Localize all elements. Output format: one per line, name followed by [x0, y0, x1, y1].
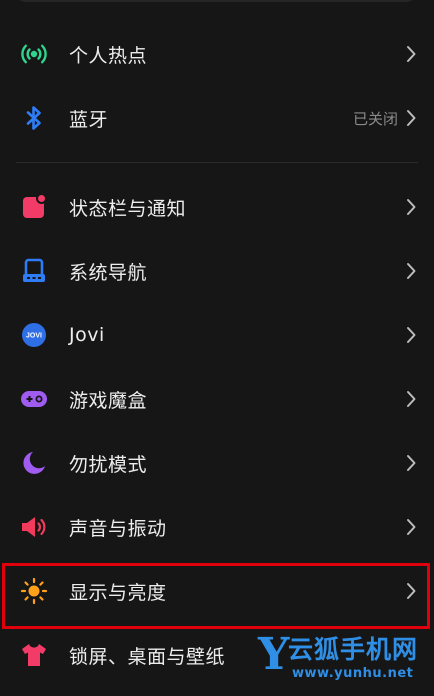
- settings-screen: 个人热点 蓝牙 已关闭 状态栏与通知 系统导航 JOVI Jovi 游戏魔盒 勿…: [0, 0, 434, 696]
- settings-item-do-not-disturb[interactable]: 勿扰模式: [0, 431, 434, 495]
- settings-item-label: 状态栏与通知: [69, 197, 187, 220]
- game-controller-icon: [20, 385, 48, 413]
- sun-icon: [20, 577, 48, 605]
- chevron-right-icon: [405, 262, 417, 280]
- settings-item-system-navigation[interactable]: 系统导航: [0, 239, 434, 303]
- chevron-right-icon: [405, 518, 417, 536]
- settings-item-status-bar-notifications[interactable]: 状态栏与通知: [0, 175, 434, 239]
- settings-item-label: 系统导航: [69, 261, 148, 284]
- chevron-right-icon: [405, 454, 417, 472]
- settings-item-game-box[interactable]: 游戏魔盒: [0, 367, 434, 431]
- settings-item-hotspot[interactable]: 个人热点: [0, 22, 434, 86]
- status-bar-icon: [20, 193, 48, 221]
- tshirt-icon: [20, 641, 48, 669]
- watermark-name: 云狐手机网: [288, 635, 419, 664]
- chevron-right-icon: [405, 582, 417, 600]
- chevron-right-icon: [405, 198, 417, 216]
- bluetooth-icon: [20, 104, 48, 132]
- chevron-right-icon: [405, 390, 417, 408]
- hotspot-icon: [20, 40, 48, 68]
- chevron-right-icon: [405, 109, 417, 127]
- settings-item-label: 游戏魔盒: [69, 389, 148, 412]
- settings-item-sound-vibration[interactable]: 声音与振动: [0, 495, 434, 559]
- settings-item-label: 勿扰模式: [69, 453, 148, 476]
- moon-icon: [20, 449, 48, 477]
- bluetooth-status: 已关闭: [352, 109, 398, 128]
- chevron-right-icon: [405, 45, 417, 63]
- settings-list: 个人热点 蓝牙 已关闭 状态栏与通知 系统导航 JOVI Jovi 游戏魔盒 勿…: [0, 22, 434, 687]
- speaker-icon: [20, 513, 48, 541]
- watermark-url: www.yunhu.net: [292, 666, 414, 681]
- watermark-logo: Y 云狐手机网 www.yunhu.net: [258, 633, 434, 693]
- settings-item-label: 声音与振动: [69, 517, 167, 540]
- settings-item-display-brightness[interactable]: 显示与亮度: [0, 559, 434, 623]
- settings-item-label: 个人热点: [69, 44, 148, 67]
- settings-item-bluetooth[interactable]: 蓝牙 已关闭: [0, 86, 434, 150]
- settings-item-jovi[interactable]: JOVI Jovi: [0, 303, 434, 367]
- settings-item-label: Jovi: [69, 324, 105, 346]
- section-divider: [16, 162, 418, 163]
- jovi-icon: JOVI: [20, 321, 48, 349]
- settings-item-label: 显示与亮度: [69, 581, 167, 604]
- previous-item-card: [14, 0, 418, 2]
- chevron-right-icon: [405, 326, 417, 344]
- settings-item-label: 蓝牙: [69, 108, 109, 131]
- watermark-letter: Y: [258, 629, 290, 680]
- navigation-icon: [20, 257, 48, 285]
- settings-item-label: 锁屏、桌面与壁纸: [69, 645, 226, 668]
- jovi-icon-text: JOVI: [26, 333, 42, 340]
